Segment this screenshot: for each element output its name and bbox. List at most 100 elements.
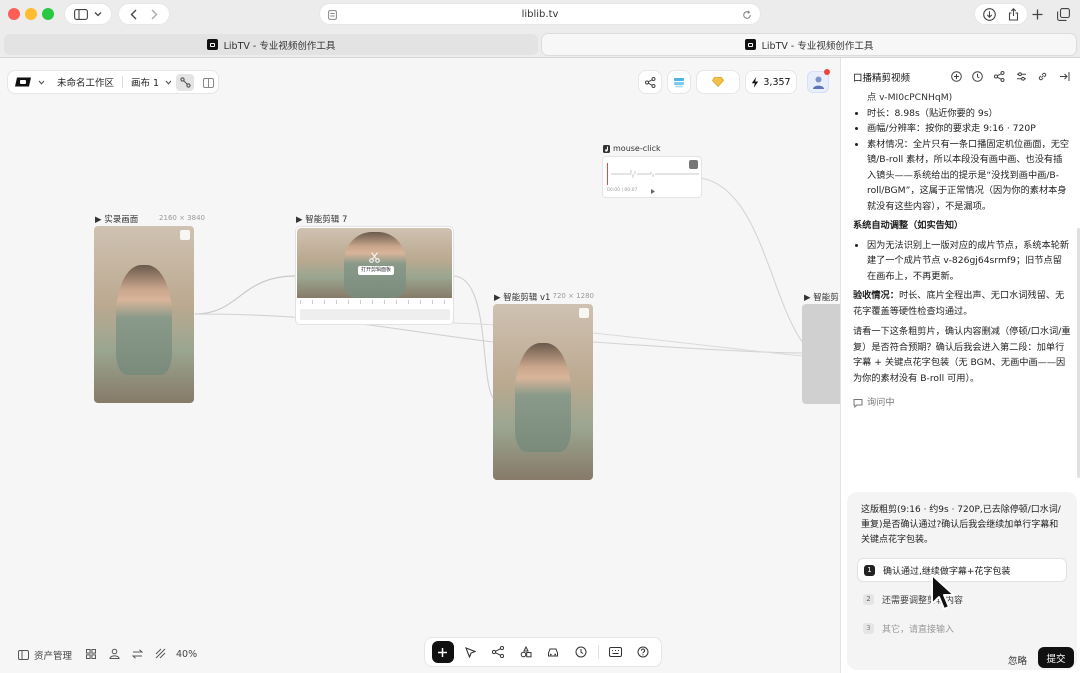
node-audio-header: mouse-click — [603, 144, 661, 153]
video-thumbnail — [343, 231, 406, 298]
tab-1-label: LibTV - 专业视频创作工具 — [223, 40, 336, 52]
zoom-level[interactable]: 40% — [176, 649, 197, 660]
tab-overview-icon[interactable] — [1057, 8, 1070, 21]
node-audio-card[interactable]: 00:00 | 00:07 — [602, 156, 702, 198]
help-icon — [637, 646, 649, 658]
history-icon[interactable] — [972, 71, 983, 82]
user-group-icon[interactable] — [109, 648, 120, 659]
status-text: 询问中 — [867, 397, 895, 408]
address-bar[interactable]: liblib.tv — [319, 3, 761, 25]
sidebar-toggle-button[interactable] — [64, 3, 112, 25]
back-icon[interactable] — [130, 9, 137, 20]
libtv-logo-icon — [744, 39, 756, 50]
canvas-selector[interactable]: 画布 1 — [131, 75, 159, 89]
option-2-number: 2 — [863, 593, 874, 605]
lightning-icon — [752, 76, 759, 88]
chat-bubble-icon — [853, 398, 863, 408]
bullet-auto-adjust: 因为无法识别上一版对应的成片节点，系统本轮新建了一个成片节点 v-826gj64… — [867, 238, 1071, 285]
address-text: liblib.tv — [521, 8, 559, 20]
workspace-name[interactable]: 未命名工作区 — [57, 75, 114, 89]
chevron-down-icon[interactable] — [165, 80, 172, 85]
share-icon[interactable] — [994, 71, 1005, 82]
question-text: 这版粗剪(9:16 · 约9s · 720P,已去除停顿/口水词/重复)是否确认… — [861, 505, 1061, 545]
option-3-text: 其它，请直接输入 — [882, 624, 955, 635]
zoom-window-button[interactable] — [42, 8, 54, 20]
link-icon[interactable] — [1037, 71, 1048, 82]
node-menu-icon[interactable] — [180, 230, 190, 240]
acceptance-paragraph: 验收情况：时长、底片全程出声、无口水词残留、无花字覆盖等硬性检查均通过。 — [853, 288, 1071, 319]
node-editv1-label: ▶ 智能剪辑 v1 — [494, 293, 551, 303]
ignore-button[interactable]: 忽略 — [1008, 653, 1027, 667]
browser-title-bar: liblib.tv — [0, 0, 1080, 30]
share-icon[interactable] — [1008, 7, 1019, 21]
closing-paragraph: 请看一下这条粗剪片，确认内容删减（停顿/口水词/重复）是否符合预期？确认后我会进… — [853, 326, 1071, 384]
scissors-icon — [369, 252, 380, 263]
node-partial-preview[interactable] — [802, 304, 840, 404]
template-tool-button[interactable] — [542, 641, 564, 663]
chat-message: 点 v-MI0cPCNHqM) 时长：8.98s（贴近你要的 9s） 画幅/分辨… — [853, 90, 1071, 490]
editor-canvas[interactable]: 未命名工作区 画布 1 3,357 ▶ 实录画面 2160 × 3840 ▶ 智… — [0, 58, 840, 673]
node-menu-icon[interactable] — [579, 308, 589, 318]
membership-button[interactable] — [696, 70, 740, 94]
open-edit-panel-button[interactable]: 打开剪辑面板 — [358, 266, 395, 275]
tab-1[interactable]: LibTV - 专业视频创作工具 — [4, 34, 538, 55]
node-editv1-video[interactable] — [493, 304, 593, 480]
share-canvas-button[interactable] — [638, 70, 662, 94]
status-line: 询问中 — [853, 395, 1071, 411]
layout-button[interactable] — [199, 74, 217, 91]
user-avatar[interactable] — [807, 69, 830, 93]
connect-mode-button[interactable] — [176, 74, 194, 91]
credits-badge[interactable]: 3,357 — [745, 70, 797, 94]
sidebar-icon — [18, 650, 29, 660]
keyboard-shortcuts-button[interactable] — [604, 641, 626, 663]
option-1[interactable]: 1 确认通过,继续做字幕+花字包装 — [857, 558, 1067, 582]
connection-line — [592, 341, 804, 354]
swap-icon[interactable] — [132, 649, 143, 659]
help-button[interactable] — [632, 641, 654, 663]
new-chat-icon[interactable] — [951, 71, 962, 82]
node-edit7-preview — [297, 228, 452, 298]
settings-sliders-icon[interactable] — [1016, 71, 1027, 82]
history-tool-button[interactable] — [570, 641, 592, 663]
acceptance-label: 验收情况： — [853, 290, 899, 301]
option-2[interactable]: 2 还需要调整剪辑内容 — [857, 587, 1067, 611]
node-source-video[interactable] — [94, 226, 194, 403]
close-window-button[interactable] — [8, 8, 20, 20]
connect-tool-button[interactable] — [487, 641, 509, 663]
canvas-toolbar — [424, 637, 662, 667]
node-edit7-card[interactable]: 打开剪辑面板 — [295, 226, 454, 325]
forward-icon[interactable] — [151, 9, 158, 20]
option-3-number: 3 — [863, 622, 874, 634]
layers-button[interactable] — [667, 70, 691, 94]
assets-button[interactable]: 资产管理 — [18, 648, 72, 662]
minimap-icon[interactable] — [155, 648, 166, 659]
new-tab-icon[interactable] — [1032, 9, 1043, 20]
node-menu-icon[interactable] — [689, 160, 698, 169]
shape-tool-button[interactable] — [515, 641, 537, 663]
minimize-window-button[interactable] — [25, 8, 37, 20]
select-tool-button[interactable] — [459, 641, 481, 663]
plus-icon — [438, 647, 448, 657]
node-editv1-header: ▶ 智能剪辑 v1 720 × 1280 — [494, 291, 594, 303]
play-icon[interactable] — [651, 189, 655, 194]
playhead — [607, 163, 609, 185]
chevron-down-icon[interactable] — [38, 80, 45, 85]
tab-2[interactable]: LibTV - 专业视频创作工具 — [542, 34, 1076, 55]
grid-icon[interactable] — [86, 649, 96, 659]
download-icon[interactable] — [983, 7, 996, 21]
node-editv1-dimensions: 720 × 1280 — [552, 292, 595, 300]
divider — [597, 645, 599, 659]
reload-icon[interactable] — [742, 10, 752, 20]
option-3[interactable]: 3 其它，请直接输入 — [857, 616, 1067, 640]
collapse-panel-icon[interactable] — [1059, 71, 1070, 82]
node-partial-label: ▶ 智能剪 — [804, 293, 839, 303]
submit-button[interactable]: 提交 — [1038, 647, 1074, 668]
divider — [122, 76, 124, 88]
assistant-panel: 口播精剪视频 点 v-MI0cPCNHqM) 时长：8.98s（贴近你要的 9s… — [840, 58, 1080, 673]
credits-value: 3,357 — [763, 76, 791, 88]
libtv-logo-icon[interactable] — [14, 77, 32, 87]
bullet-resolution: 画幅/分辨率：按你的要求走 9:16 · 720P — [867, 121, 1071, 137]
add-node-button[interactable] — [431, 641, 454, 663]
bullet-duration: 时长：8.98s（贴近你要的 9s） — [867, 106, 1071, 122]
layers-icon — [674, 77, 684, 87]
